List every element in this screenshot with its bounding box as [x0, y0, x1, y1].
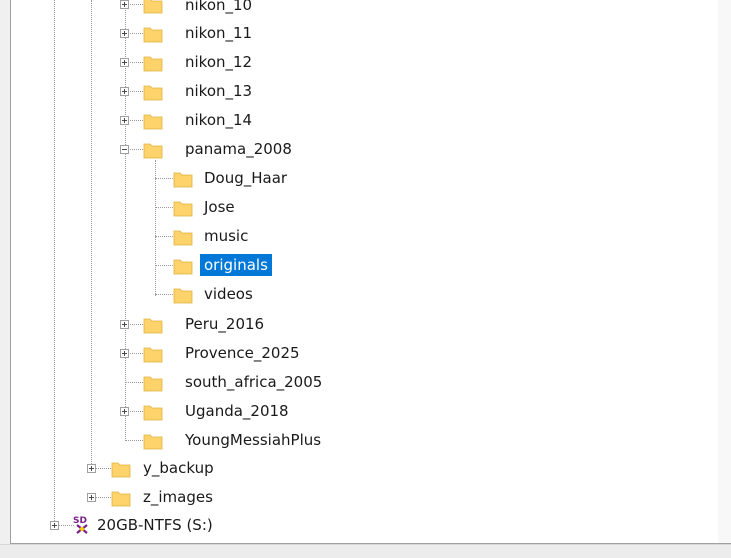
tree-item-nikon_14[interactable]: nikon_14 — [183, 109, 254, 131]
tree-item-nikon_12[interactable]: nikon_12 — [183, 51, 254, 73]
tree-item-music[interactable]: music — [202, 225, 250, 247]
expand-toggle-icon[interactable] — [120, 87, 129, 96]
folder-icon — [143, 434, 163, 450]
tree-item-nikon_11[interactable]: nikon_11 — [183, 22, 254, 44]
expand-toggle-icon[interactable] — [120, 29, 129, 38]
expand-toggle-icon[interactable] — [87, 493, 96, 502]
tree-item-uganda-2018[interactable]: Uganda_2018 — [183, 400, 291, 422]
tree-item-peru-2016[interactable]: Peru_2016 — [183, 313, 266, 335]
folder-icon — [173, 201, 193, 217]
folder-icon — [143, 347, 163, 363]
tree-connector — [155, 265, 173, 266]
folder-icon — [143, 376, 163, 392]
tree-item-y-backup[interactable]: y_backup — [141, 457, 216, 479]
tree-guide-line — [91, 0, 92, 468]
folder-icon — [143, 143, 163, 159]
expand-toggle-icon[interactable] — [87, 464, 96, 473]
tree-item-youngmessiahplus[interactable]: YoungMessiahPlus — [183, 429, 323, 451]
tree-item-south-africa-2005[interactable]: south_africa_2005 — [183, 371, 324, 393]
folder-icon — [173, 259, 193, 275]
expand-toggle-icon[interactable] — [120, 0, 129, 9]
expand-toggle-icon[interactable] — [120, 407, 129, 416]
folder-icon — [173, 230, 193, 246]
folder-icon — [111, 462, 131, 478]
bottom-status-strip — [0, 544, 731, 558]
folder-icon — [143, 27, 163, 43]
expand-toggle-icon[interactable] — [50, 521, 59, 530]
folder-icon — [143, 0, 163, 14]
tree-item-nikon_13[interactable]: nikon_13 — [183, 80, 254, 102]
folder-icon — [143, 318, 163, 334]
drive-icon: SD — [73, 516, 88, 534]
folder-icon — [143, 85, 163, 101]
tree-item-jose[interactable]: Jose — [202, 196, 237, 218]
tree-item-drive-20gb-ntfs[interactable]: 20GB-NTFS (S:) — [95, 514, 215, 536]
tree-item-nikon_10[interactable]: nikon_10 — [183, 0, 254, 16]
expand-toggle-icon[interactable] — [120, 320, 129, 329]
folder-tree-panel[interactable]: nikon_10 nikon_11 nikon_12 nikon_13 niko… — [10, 0, 731, 544]
folder-icon — [143, 114, 163, 130]
folder-icon — [143, 405, 163, 421]
tree-item-z-images[interactable]: z_images — [141, 486, 215, 508]
folder-icon — [173, 288, 193, 304]
tree-connector — [125, 382, 143, 383]
tree-connector — [155, 207, 173, 208]
tree-item-doug-haar[interactable]: Doug_Haar — [202, 167, 289, 189]
svg-text:SD: SD — [73, 516, 87, 526]
tree-guide-line — [155, 160, 156, 296]
folder-icon — [173, 172, 193, 188]
tree-guide-line — [54, 0, 55, 525]
tree-right-edge — [718, 0, 731, 543]
expand-toggle-icon[interactable] — [120, 116, 129, 125]
tree-item-originals[interactable]: originals — [200, 254, 272, 276]
tree-item-videos[interactable]: videos — [202, 283, 255, 305]
tree-connector — [155, 236, 173, 237]
folder-icon — [111, 491, 131, 507]
expand-toggle-icon[interactable] — [120, 58, 129, 67]
tree-connector — [125, 440, 143, 441]
folder-icon — [143, 56, 163, 72]
tree-item-panama_2008[interactable]: panama_2008 — [183, 138, 294, 160]
collapse-toggle-icon[interactable] — [120, 145, 129, 154]
tree-connector — [155, 294, 173, 295]
expand-toggle-icon[interactable] — [120, 349, 129, 358]
tree-connector — [155, 178, 173, 179]
tree-item-provence-2025[interactable]: Provence_2025 — [183, 342, 302, 364]
